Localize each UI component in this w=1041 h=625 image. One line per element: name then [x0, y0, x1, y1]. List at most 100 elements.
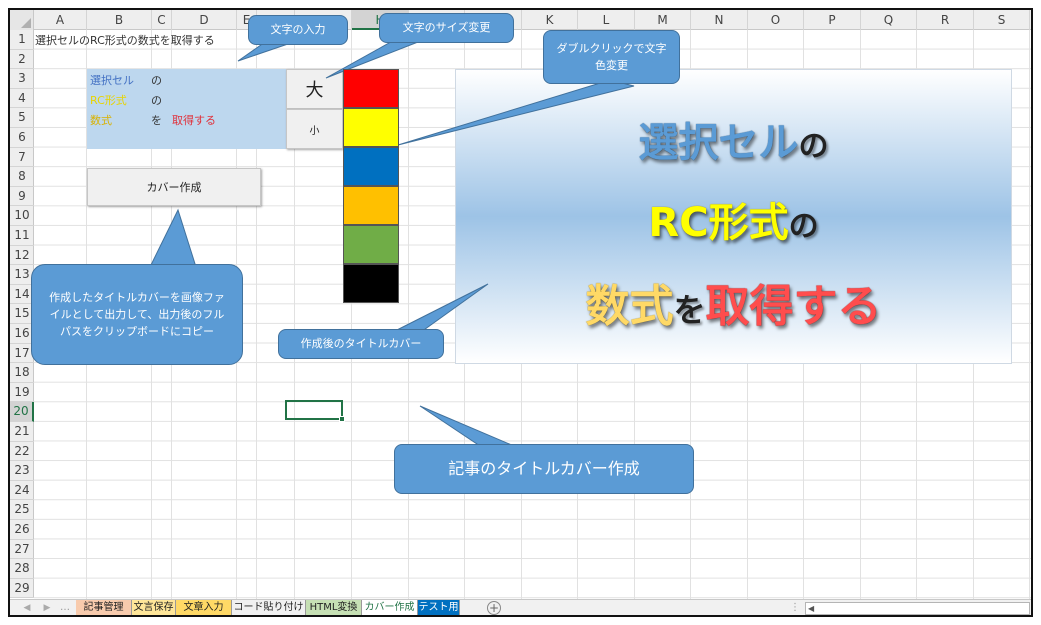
sheet-tab-1[interactable]: 記事管理 — [76, 600, 132, 615]
spreadsheet-window: ABCDEFGHIJKLMNOPQRS 12345678910111213141… — [8, 8, 1033, 617]
preview-line-2: RC形式の — [456, 190, 1011, 248]
column-header-p[interactable]: P — [804, 10, 861, 30]
callout-color-change-label: ダブルクリックで文字色変更 — [556, 41, 667, 72]
font-large-button[interactable]: 大 — [286, 69, 343, 109]
preview-line2-suffix: の — [788, 209, 819, 244]
panel-line2-suffix[interactable]: の — [151, 92, 162, 108]
row-header-1[interactable]: 1 — [10, 30, 34, 50]
callout-main-title: 記事のタイトルカバー作成 — [394, 444, 694, 494]
row-header-23[interactable]: 23 — [10, 461, 34, 481]
row-header-9[interactable]: 9 — [10, 187, 34, 207]
preview-line-3: 数式を取得する — [456, 270, 1011, 334]
row-header-10[interactable]: 10 — [10, 206, 34, 226]
column-header-l[interactable]: L — [578, 10, 635, 30]
sheet-tab-6[interactable]: カバー作成 — [362, 600, 418, 615]
callout-cover-after-label: 作成後のタイトルカバー — [300, 337, 422, 351]
color-swatch-4[interactable] — [343, 186, 399, 225]
tab-scroll-right-icon[interactable]: ▶ — [40, 600, 54, 615]
color-swatch-1[interactable] — [343, 69, 399, 108]
panel-line1-suffix[interactable]: の — [151, 72, 162, 88]
preview-line2-main: RC形式 — [648, 200, 789, 246]
callout-main-title-label: 記事のタイトルカバー作成 — [448, 458, 640, 478]
row-header-22[interactable]: 22 — [10, 442, 34, 462]
font-large-label: 大 — [305, 80, 324, 101]
row-header-24[interactable]: 24 — [10, 481, 34, 501]
font-small-label: 小 — [309, 125, 320, 137]
scroll-split-icon[interactable]: ⋮ — [790, 600, 800, 615]
text-input-panel[interactable]: 選択セル の RC形式 の 数式 を 取得する — [87, 69, 286, 149]
column-header-c[interactable]: C — [152, 10, 172, 30]
tab-scroll-left-icon[interactable]: ◀ — [20, 600, 34, 615]
row-header-19[interactable]: 19 — [10, 383, 34, 403]
horizontal-scrollbar[interactable]: ◀ — [805, 602, 1030, 615]
color-swatch-6[interactable] — [343, 264, 399, 303]
panel-line2[interactable]: RC形式 — [90, 92, 127, 108]
sheet-tab-7[interactable]: テスト用 — [418, 600, 460, 615]
row-header-4[interactable]: 4 — [10, 89, 34, 109]
preview-line3-b: を — [673, 291, 706, 329]
row-header-25[interactable]: 25 — [10, 500, 34, 520]
row-header-28[interactable]: 28 — [10, 559, 34, 579]
preview-line1-main: 選択セル — [638, 120, 799, 166]
column-header-n[interactable]: N — [691, 10, 748, 30]
callout-text-input: 文字の入力 — [248, 15, 348, 45]
sheet-tab-4[interactable]: コード貼り付け — [232, 600, 306, 615]
callout-export-info: 作成したタイトルカバーを画像ファイルとして出力して、出力後のフルパスをクリップボ… — [31, 264, 243, 365]
sheet-tab-5[interactable]: HTML変換 — [306, 600, 362, 615]
preview-line3-c: 取得する — [705, 281, 882, 332]
sheet-tab-bar: ◀ ▶ … 記事管理 文言保存 文章入力 コード貼り付け HTML変換 カバー作成 テスト用… — [10, 599, 1031, 615]
color-swatch-5[interactable] — [343, 225, 399, 264]
row-header-11[interactable]: 11 — [10, 226, 34, 246]
column-header-s[interactable]: S — [974, 10, 1030, 30]
preview-line1-suffix: の — [798, 129, 829, 164]
row-header-29[interactable]: 29 — [10, 579, 34, 599]
select-all-icon — [21, 18, 31, 28]
preview-line-1: 選択セルの — [456, 110, 1011, 168]
scroll-left-arrow-icon[interactable]: ◀ — [808, 603, 814, 614]
column-header-o[interactable]: O — [748, 10, 804, 30]
fill-handle[interactable] — [339, 416, 345, 422]
column-header-m[interactable]: M — [635, 10, 691, 30]
column-header-d[interactable]: D — [172, 10, 237, 30]
row-header-2[interactable]: 2 — [10, 50, 34, 70]
column-header-r[interactable]: R — [917, 10, 974, 30]
panel-line3[interactable]: 数式 — [90, 112, 112, 128]
panel-line1[interactable]: 選択セル — [90, 72, 134, 88]
callout-size-change: 文字のサイズ変更 — [379, 13, 514, 43]
color-swatch-2[interactable] — [343, 108, 399, 147]
active-cell-cursor[interactable] — [285, 400, 345, 422]
select-all-corner[interactable] — [10, 10, 34, 30]
row-header-18[interactable]: 18 — [10, 363, 34, 383]
row-header-12[interactable]: 12 — [10, 246, 34, 266]
column-header-k[interactable]: K — [522, 10, 578, 30]
cell-a1-text: 選択セルのRC形式の数式を取得する — [35, 34, 215, 47]
callout-color-change: ダブルクリックで文字色変更 — [543, 30, 680, 84]
color-swatch-3[interactable] — [343, 147, 399, 186]
title-cover-preview: 選択セルの RC形式の 数式を取得する — [455, 69, 1012, 364]
row-header-27[interactable]: 27 — [10, 540, 34, 560]
column-header-q[interactable]: Q — [861, 10, 917, 30]
create-cover-label: カバー作成 — [146, 181, 202, 194]
row-header-3[interactable]: 3 — [10, 69, 34, 89]
row-header-26[interactable]: 26 — [10, 520, 34, 540]
preview-line3-a: 数式 — [585, 281, 674, 332]
callout-size-change-label: 文字のサイズ変更 — [402, 21, 491, 35]
row-header-5[interactable]: 5 — [10, 108, 34, 128]
panel-line3-tail[interactable]: 取得する — [172, 112, 216, 128]
tab-more-left-icon[interactable]: … — [60, 600, 70, 615]
row-header-8[interactable]: 8 — [10, 167, 34, 187]
font-small-button[interactable]: 小 — [286, 109, 343, 149]
callout-cover-after: 作成後のタイトルカバー — [278, 329, 444, 359]
panel-line3-suffix[interactable]: を — [151, 112, 162, 128]
row-header-21[interactable]: 21 — [10, 422, 34, 442]
row-header-20[interactable]: 20 — [10, 402, 34, 422]
sheet-tab-2[interactable]: 文言保存 — [132, 600, 176, 615]
create-cover-button[interactable]: カバー作成 — [87, 168, 261, 206]
column-header-b[interactable]: B — [87, 10, 152, 30]
column-header-bar: ABCDEFGHIJKLMNOPQRS — [10, 10, 1031, 30]
row-header-7[interactable]: 7 — [10, 148, 34, 168]
add-sheet-icon[interactable]: + — [487, 601, 501, 615]
sheet-tab-3[interactable]: 文章入力 — [176, 600, 232, 615]
row-header-6[interactable]: 6 — [10, 128, 34, 148]
column-header-a[interactable]: A — [34, 10, 87, 30]
